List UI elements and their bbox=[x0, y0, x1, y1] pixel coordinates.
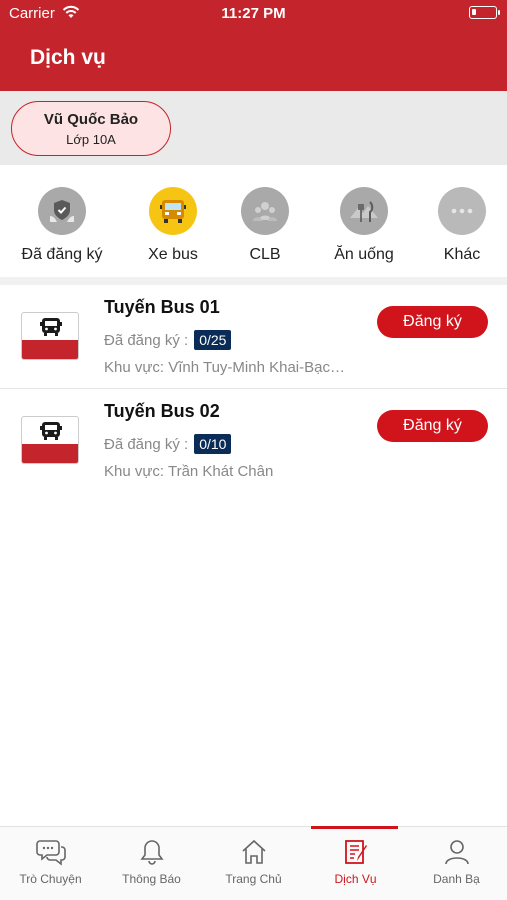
tab-label: Dịch Vụ bbox=[334, 872, 377, 886]
route-name: Tuyến Bus 01 bbox=[104, 297, 220, 317]
bus-route-thumbnail bbox=[21, 312, 79, 360]
registered-count-badge: 0/10 bbox=[194, 434, 232, 454]
student-name: Vũ Quốc Bảo bbox=[43, 111, 139, 128]
register-button[interactable]: Đăng ký bbox=[377, 410, 488, 442]
bus-icon bbox=[40, 422, 62, 440]
category-label: CLB bbox=[249, 246, 281, 263]
profile-strip: Vũ Quốc Bảo Lớp 10A bbox=[0, 91, 507, 165]
category-label: Khác bbox=[443, 246, 481, 263]
tab-chat[interactable]: Trò Chuyện bbox=[0, 827, 101, 900]
tab-home[interactable]: Trang Chủ bbox=[203, 827, 304, 900]
bell-icon bbox=[139, 840, 164, 865]
student-profile-pill[interactable]: Vũ Quốc Bảo Lớp 10A bbox=[11, 101, 171, 156]
home-icon bbox=[241, 839, 266, 864]
tab-label: Trò Chuyện bbox=[19, 872, 82, 886]
registered-label: Đã đăng ký : bbox=[104, 331, 189, 349]
document-edit-icon bbox=[344, 840, 367, 864]
category-bus[interactable]: Xe bus bbox=[123, 187, 223, 264]
tab-label: Danh Bạ bbox=[433, 872, 480, 886]
student-class: Lớp 10A bbox=[66, 132, 116, 147]
status-bar: Carrier 11:27 PM bbox=[0, 0, 507, 28]
category-label: Đã đăng ký bbox=[21, 246, 103, 263]
bus-icon bbox=[40, 318, 62, 336]
page-title: Dịch vụ bbox=[30, 46, 106, 69]
bus-route-thumbnail bbox=[21, 416, 79, 464]
route-registered: Đã đăng ký : 0/10 bbox=[104, 434, 232, 454]
school-bus-icon bbox=[149, 187, 197, 235]
tab-services[interactable]: Dịch Vụ bbox=[305, 826, 406, 900]
service-categories: Đã đăng ký Xe bus CLB Ăn uống Khác bbox=[0, 165, 507, 277]
route-area: Khu vực: Trần Khát Chân bbox=[104, 463, 274, 480]
bottom-tab-bar: Trò Chuyện Thông Báo Trang Chủ Dịch Vụ D… bbox=[0, 826, 507, 900]
route-area: Khu vực: Vĩnh Tuy-Minh Khai-Bạc… bbox=[104, 359, 345, 376]
app-header: Carrier 11:27 PM Dịch vụ bbox=[0, 0, 507, 91]
category-club[interactable]: CLB bbox=[215, 187, 315, 264]
category-food[interactable]: Ăn uống bbox=[314, 187, 414, 264]
tab-notifications[interactable]: Thông Báo bbox=[101, 827, 202, 900]
tab-label: Trang Chủ bbox=[225, 872, 282, 886]
tab-label: Thông Báo bbox=[122, 872, 181, 886]
route-registered: Đã đăng ký : 0/25 bbox=[104, 330, 232, 350]
shield-hands-icon bbox=[38, 187, 86, 235]
tab-contacts[interactable]: Danh Bạ bbox=[406, 827, 507, 900]
clock: 11:27 PM bbox=[221, 5, 286, 22]
section-divider bbox=[0, 277, 507, 285]
person-icon bbox=[444, 840, 469, 865]
category-other[interactable]: Khác bbox=[412, 187, 507, 264]
bus-route-item[interactable]: Tuyến Bus 02 Đã đăng ký : 0/10 Khu vực: … bbox=[0, 389, 507, 493]
register-button[interactable]: Đăng ký bbox=[377, 306, 488, 338]
battery-icon bbox=[469, 6, 500, 19]
route-name: Tuyến Bus 02 bbox=[104, 401, 220, 421]
category-label: Xe bus bbox=[148, 246, 198, 263]
chat-bubbles-icon bbox=[35, 840, 66, 866]
group-icon bbox=[241, 187, 289, 235]
category-registered[interactable]: Đã đăng ký bbox=[12, 187, 112, 264]
category-label: Ăn uống bbox=[334, 246, 394, 263]
bus-route-item[interactable]: Tuyến Bus 01 Đã đăng ký : 0/25 Khu vực: … bbox=[0, 285, 507, 389]
more-dots-icon bbox=[438, 187, 486, 235]
fork-knife-icon bbox=[340, 187, 388, 235]
registered-count-badge: 0/25 bbox=[194, 330, 232, 350]
registered-label: Đã đăng ký : bbox=[104, 435, 189, 453]
